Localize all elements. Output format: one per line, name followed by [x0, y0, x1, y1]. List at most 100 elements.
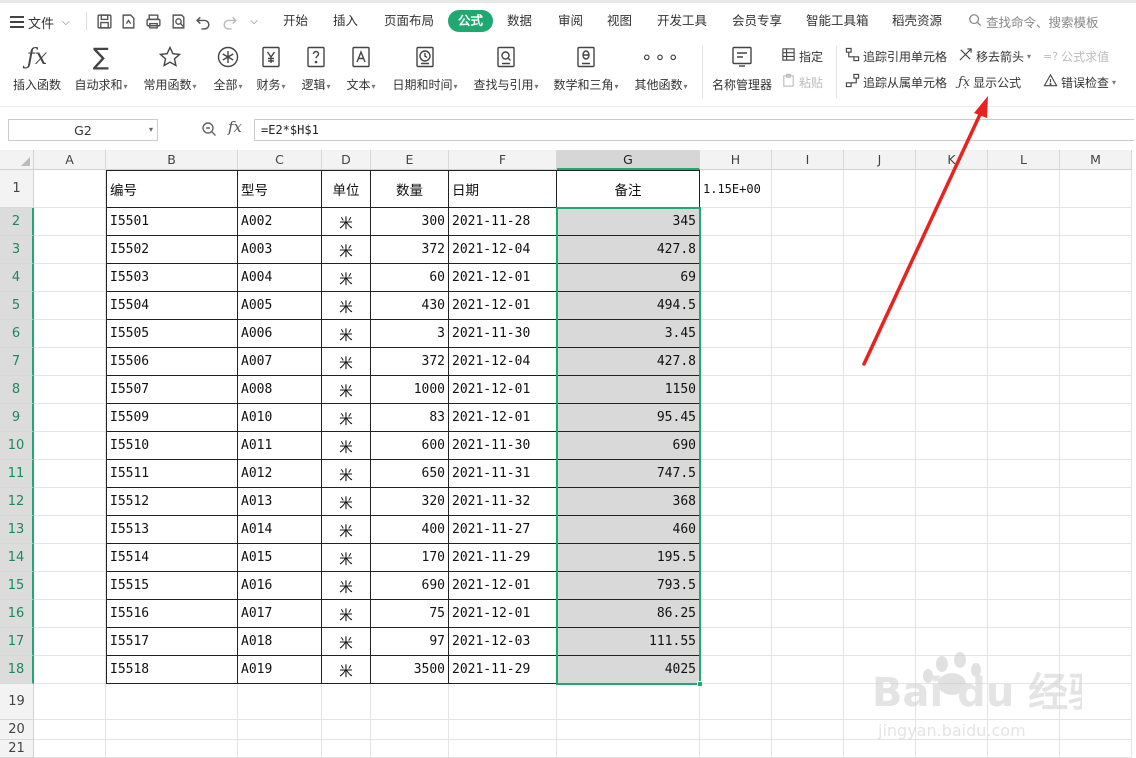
tab-review[interactable]: 审阅: [558, 10, 583, 32]
row-header-7[interactable]: 7: [0, 348, 34, 376]
cell-g17[interactable]: 111.55: [557, 628, 700, 656]
cell-d5[interactable]: 米: [322, 292, 371, 320]
cell-j4[interactable]: [844, 264, 916, 292]
cell-l14[interactable]: [988, 544, 1060, 572]
cell-l16[interactable]: [988, 600, 1060, 628]
export-pdf-icon[interactable]: [118, 11, 138, 31]
cell-a5[interactable]: [34, 292, 106, 320]
cell-j10[interactable]: [844, 432, 916, 460]
cell-h4[interactable]: [700, 264, 772, 292]
remove-arrows-button[interactable]: 移去箭头 ▾: [958, 46, 1031, 66]
cell-j9[interactable]: [844, 404, 916, 432]
print-icon[interactable]: [143, 11, 163, 31]
cell-k4[interactable]: [916, 264, 988, 292]
print-preview-icon[interactable]: [168, 11, 188, 31]
row-header-3[interactable]: 3: [0, 236, 34, 264]
cell-k21[interactable]: [916, 740, 988, 758]
cell-c1[interactable]: 型号: [238, 170, 322, 208]
row-header-9[interactable]: 9: [0, 404, 34, 432]
undo-icon[interactable]: [193, 11, 213, 31]
cell-c5[interactable]: A005: [238, 292, 322, 320]
cell-l19[interactable]: [988, 684, 1060, 720]
cell-e10[interactable]: 600: [371, 432, 449, 460]
cell-f8[interactable]: 2021-12-01: [449, 376, 557, 404]
zoom-icon[interactable]: [201, 121, 217, 140]
cell-a18[interactable]: [34, 656, 106, 684]
cell-g10[interactable]: 690: [557, 432, 700, 460]
cell-a11[interactable]: [34, 460, 106, 488]
row-header-19[interactable]: 19: [0, 684, 34, 720]
cell-k12[interactable]: [916, 488, 988, 516]
cell-f5[interactable]: 2021-12-01: [449, 292, 557, 320]
cell-f7[interactable]: 2021-12-04: [449, 348, 557, 376]
cell-c15[interactable]: A016: [238, 572, 322, 600]
cell-h5[interactable]: [700, 292, 772, 320]
cell-j8[interactable]: [844, 376, 916, 404]
cell-i5[interactable]: [772, 292, 844, 320]
lookup-reference-button[interactable]: 查找与引用▾: [470, 42, 542, 102]
cell-b2[interactable]: I5501: [106, 208, 238, 236]
row-header-2[interactable]: 2: [0, 208, 34, 236]
cell-d14[interactable]: 米: [322, 544, 371, 572]
cell-b10[interactable]: I5510: [106, 432, 238, 460]
cell-h14[interactable]: [700, 544, 772, 572]
cell-e2[interactable]: 300: [371, 208, 449, 236]
cell-a20[interactable]: [34, 720, 106, 740]
cell-k3[interactable]: [916, 236, 988, 264]
cell-e14[interactable]: 170: [371, 544, 449, 572]
cell-f10[interactable]: 2021-11-30: [449, 432, 557, 460]
cell-e1[interactable]: 数量: [371, 170, 449, 208]
error-checking-button[interactable]: 错误检查 ▾: [1043, 72, 1116, 92]
cell-c21[interactable]: [238, 740, 322, 758]
cell-i6[interactable]: [772, 320, 844, 348]
tab-insert[interactable]: 插入: [333, 10, 358, 32]
cell-j17[interactable]: [844, 628, 916, 656]
cell-a13[interactable]: [34, 516, 106, 544]
cell-m19[interactable]: [1060, 684, 1132, 720]
cell-b14[interactable]: I5514: [106, 544, 238, 572]
cell-c14[interactable]: A015: [238, 544, 322, 572]
cell-k13[interactable]: [916, 516, 988, 544]
command-search[interactable]: 查找命令、搜索模板: [968, 10, 1099, 32]
cell-i15[interactable]: [772, 572, 844, 600]
column-header-k[interactable]: K: [916, 150, 988, 170]
cell-c18[interactable]: A019: [238, 656, 322, 684]
cell-a14[interactable]: [34, 544, 106, 572]
cell-k1[interactable]: [916, 170, 988, 208]
cell-a16[interactable]: [34, 600, 106, 628]
cell-g9[interactable]: 95.45: [557, 404, 700, 432]
cell-b19[interactable]: [106, 684, 238, 720]
cell-k2[interactable]: [916, 208, 988, 236]
cell-d16[interactable]: 米: [322, 600, 371, 628]
cell-m20[interactable]: [1060, 720, 1132, 740]
cell-k20[interactable]: [916, 720, 988, 740]
cell-c20[interactable]: [238, 720, 322, 740]
cell-l5[interactable]: [988, 292, 1060, 320]
cell-c3[interactable]: A003: [238, 236, 322, 264]
cell-b7[interactable]: I5506: [106, 348, 238, 376]
cell-f4[interactable]: 2021-12-01: [449, 264, 557, 292]
cell-b21[interactable]: [106, 740, 238, 758]
row-header-17[interactable]: 17: [0, 628, 34, 656]
cell-m10[interactable]: [1060, 432, 1132, 460]
cell-g15[interactable]: 793.5: [557, 572, 700, 600]
cell-a17[interactable]: [34, 628, 106, 656]
cell-i9[interactable]: [772, 404, 844, 432]
cell-b1[interactable]: 编号: [106, 170, 238, 208]
cell-l3[interactable]: [988, 236, 1060, 264]
cell-l7[interactable]: [988, 348, 1060, 376]
cell-d2[interactable]: 米: [322, 208, 371, 236]
cell-b8[interactable]: I5507: [106, 376, 238, 404]
cell-f1[interactable]: 日期: [449, 170, 557, 208]
column-header-a[interactable]: A: [34, 150, 106, 170]
cell-i7[interactable]: [772, 348, 844, 376]
cell-m6[interactable]: [1060, 320, 1132, 348]
cell-d18[interactable]: 米: [322, 656, 371, 684]
cell-m21[interactable]: [1060, 740, 1132, 758]
column-header-i[interactable]: I: [772, 150, 844, 170]
row-header-1[interactable]: 1: [0, 170, 34, 208]
row-header-13[interactable]: 13: [0, 516, 34, 544]
row-header-20[interactable]: 20: [0, 720, 34, 740]
cell-c6[interactable]: A006: [238, 320, 322, 348]
cell-f3[interactable]: 2021-12-04: [449, 236, 557, 264]
